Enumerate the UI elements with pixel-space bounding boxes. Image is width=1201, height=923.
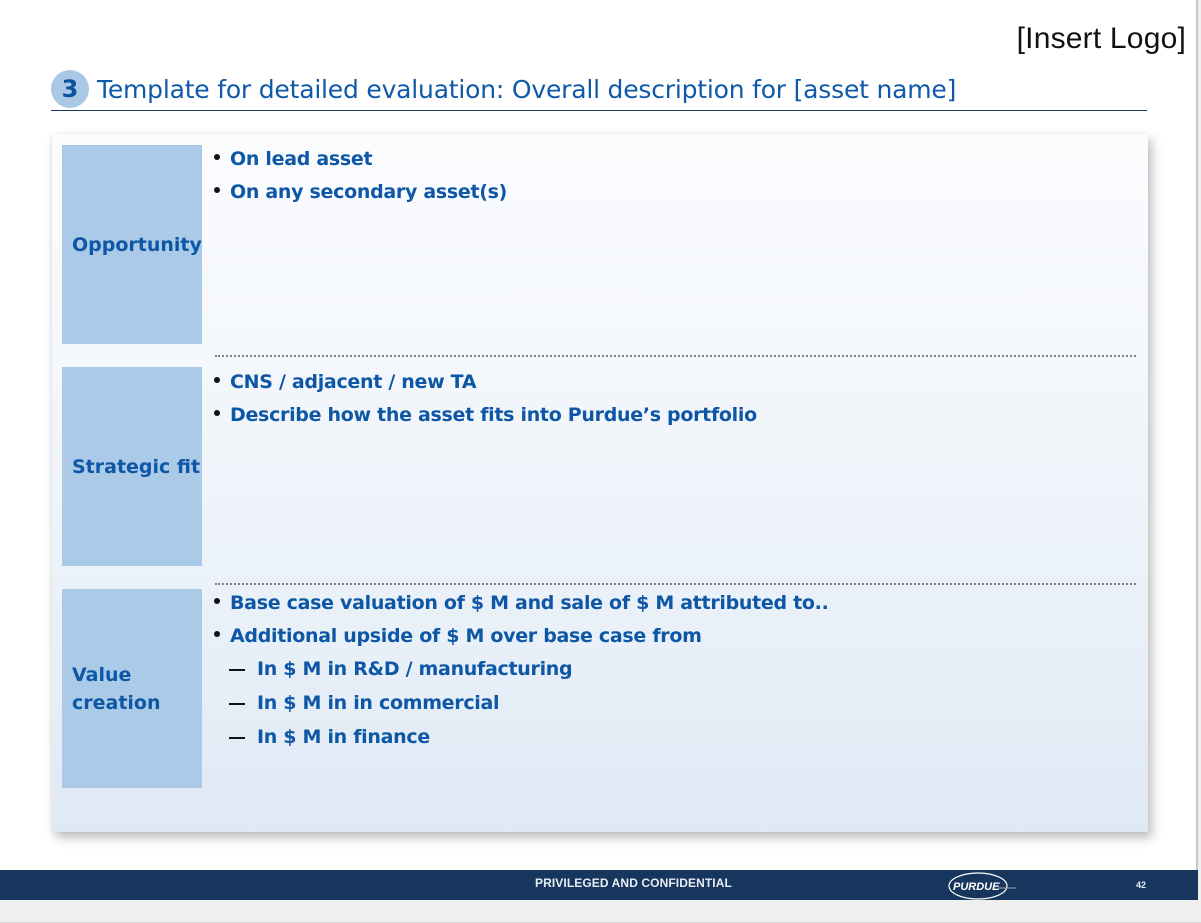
sub-bullet-item: In $ M in in commercial: [212, 690, 1132, 724]
bullet-dot-icon: [214, 631, 220, 637]
row-label-text: Opportunity: [72, 233, 202, 256]
bullet-dot-icon: [214, 377, 220, 383]
row-label-strategic-fit: Strategic fit: [62, 367, 202, 566]
step-number-badge: 3: [51, 70, 89, 108]
page-title: Template for detailed evaluation: Overal…: [97, 74, 957, 104]
logo-placeholder: [Insert Logo]: [1016, 22, 1186, 55]
bullet-dot-icon: [214, 154, 220, 160]
bullet-item: On any secondary asset(s): [212, 179, 1132, 212]
bullet-item: Base case valuation of $ M and sale of $…: [212, 590, 1132, 623]
bullet-item: CNS / adjacent / new TA: [212, 369, 1132, 402]
slide: [Insert Logo] 3 Template for detailed ev…: [0, 0, 1198, 900]
bullet-dot-icon: [214, 598, 220, 604]
evaluation-panel: Opportunity On lead asset On any seconda…: [52, 134, 1148, 832]
bullet-text: Base case valuation of $ M and sale of $…: [230, 592, 829, 614]
dash-icon: [229, 703, 245, 705]
bullet-dot-icon: [214, 187, 220, 193]
row-label-text: Strategic fit: [72, 455, 201, 478]
dotted-separator: [215, 583, 1136, 585]
confidentiality-label: PRIVILEGED AND CONFIDENTIAL: [535, 876, 732, 890]
sub-bullet-text: In $ M in R&D / manufacturing: [257, 658, 573, 680]
bullet-item: Additional upside of $ M over base case …: [212, 623, 1132, 656]
bullet-dot-icon: [214, 410, 220, 416]
footer-bar: PRIVILEGED AND CONFIDENTIAL PURDUE 42: [0, 870, 1198, 900]
window-bottom-strip: [0, 900, 1201, 923]
purdue-logo-icon: PURDUE: [948, 872, 1016, 900]
bullet-text: CNS / adjacent / new TA: [230, 371, 477, 393]
title-row: 3 Template for detailed evaluation: Over…: [51, 70, 956, 108]
bullet-text: Describe how the asset fits into Purdue’…: [230, 404, 757, 426]
dash-icon: [229, 737, 245, 739]
sub-bullet-item: In $ M in R&D / manufacturing: [212, 656, 1132, 690]
row-label-opportunity: Opportunity: [62, 145, 202, 344]
dash-icon: [229, 669, 245, 671]
bullet-item: Describe how the asset fits into Purdue’…: [212, 402, 1132, 435]
row-label-value-creation: Value creation: [62, 589, 202, 788]
sub-bullet-item: In $ M in finance: [212, 724, 1132, 758]
strategic-fit-bullets: CNS / adjacent / new TA Describe how the…: [212, 369, 1132, 435]
value-creation-bullets: Base case valuation of $ M and sale of $…: [212, 590, 1132, 758]
bullet-text: Additional upside of $ M over base case …: [230, 625, 702, 647]
bullet-text: On lead asset: [230, 148, 373, 170]
title-divider: [51, 110, 1147, 111]
bullet-item: On lead asset: [212, 146, 1132, 179]
purdue-logo-text: PURDUE: [953, 881, 1000, 893]
dotted-separator: [215, 355, 1136, 357]
row-label-text: Value creation: [72, 663, 161, 714]
bullet-text: On any secondary asset(s): [230, 181, 508, 203]
sub-bullet-text: In $ M in in commercial: [257, 692, 500, 714]
opportunity-bullets: On lead asset On any secondary asset(s): [212, 146, 1132, 212]
page-number: 42: [1136, 880, 1147, 890]
sub-bullet-text: In $ M in finance: [257, 726, 430, 748]
